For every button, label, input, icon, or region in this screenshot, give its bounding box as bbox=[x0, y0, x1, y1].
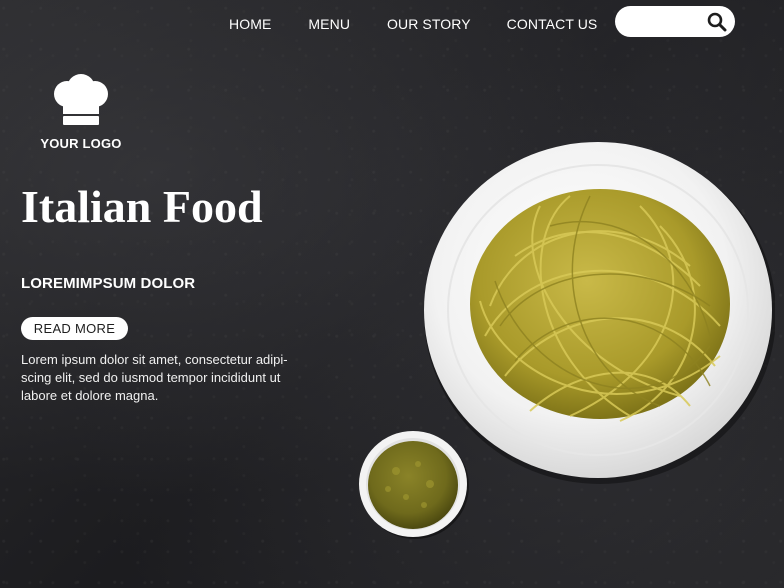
chef-hat-icon bbox=[38, 74, 124, 131]
logo[interactable]: YOUR LOGO bbox=[38, 74, 124, 151]
nav-contact-us[interactable]: CONTACT US bbox=[507, 14, 598, 34]
nav-home[interactable]: HOME bbox=[229, 14, 271, 34]
logo-text: YOUR LOGO bbox=[40, 136, 122, 151]
pesto-bowl-image bbox=[358, 429, 469, 539]
page-title: Italian Food bbox=[21, 181, 263, 232]
search-icon[interactable] bbox=[707, 12, 727, 32]
nav-our-story[interactable]: OUR STORY bbox=[387, 14, 471, 34]
pasta-plate-image bbox=[420, 136, 776, 486]
hero-subtitle: LOREMIMPSUM DOLOR bbox=[21, 275, 196, 292]
search-input[interactable] bbox=[627, 11, 711, 33]
main-nav: HOME MENU OUR STORY CONTACT US bbox=[229, 14, 597, 34]
hero-description: Lorem ipsum dolor sit amet, consectetur … bbox=[21, 352, 288, 403]
nav-menu[interactable]: MENU bbox=[308, 14, 350, 34]
search-box bbox=[615, 6, 735, 37]
read-more-button[interactable]: READ MORE bbox=[21, 317, 128, 340]
